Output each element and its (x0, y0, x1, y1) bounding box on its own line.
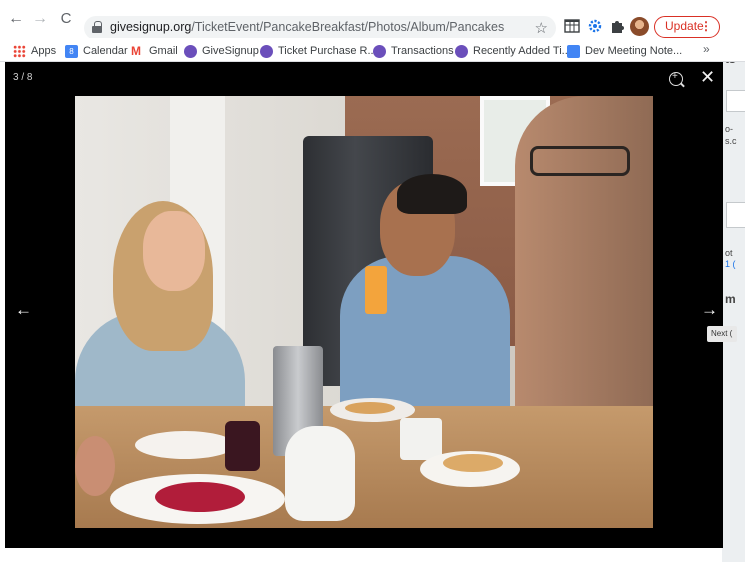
photo-plate (135, 431, 235, 459)
bookmark-label: Gmail (149, 45, 178, 57)
photo-man-hair (397, 174, 467, 214)
background-input (726, 90, 745, 112)
url-path: /TicketEvent/PancakeBreakfast/Photos/Alb… (191, 20, 505, 34)
bookmark-recently-added[interactable]: Recently Added Ti... (455, 43, 571, 59)
bookmark-label: GiveSignup (202, 45, 259, 57)
url-text: givesignup.org/TicketEvent/PancakeBreakf… (110, 20, 504, 34)
background-text: o- (725, 124, 734, 134)
bookmarks-overflow-button[interactable]: » (703, 42, 710, 56)
calendar-icon: 8 (65, 44, 78, 58)
update-label: Update (665, 19, 704, 33)
apps-grid-icon (13, 44, 26, 58)
background-input (726, 202, 745, 228)
photo-hand (75, 436, 115, 496)
givesignup-icon (373, 44, 386, 58)
back-button[interactable]: ← (6, 9, 26, 29)
photo-counter: 3 / 8 (13, 72, 33, 83)
reload-button[interactable]: C (56, 9, 76, 29)
lightbox-photo[interactable] (75, 96, 653, 528)
photo-orange-juice (365, 266, 387, 314)
bookmark-label: Transactions (391, 45, 454, 57)
bookmark-star-icon[interactable]: ☆ (535, 19, 548, 37)
background-page-strip: ts o- s.c ot 1 ( m (722, 62, 745, 562)
update-button[interactable]: Update ⋮ (654, 16, 720, 38)
zoom-in-icon[interactable]: + (669, 71, 683, 86)
lock-icon[interactable] (92, 21, 102, 33)
page-content: ts o- s.c ot 1 ( m 3 / 8 + ✕ ← → (0, 62, 745, 562)
givesignup-icon (260, 44, 273, 58)
forward-button[interactable]: → (30, 9, 50, 29)
background-heading: ts (725, 62, 736, 66)
givesignup-icon (184, 44, 197, 58)
address-bar[interactable]: givesignup.org/TicketEvent/PancakeBreakf… (84, 16, 556, 40)
prev-photo-button[interactable]: ← (15, 300, 32, 320)
photo-jam-jar (225, 421, 260, 471)
bookmark-label: Ticket Purchase R... (278, 45, 377, 57)
background-text: ot (725, 248, 733, 258)
bookmark-label: Apps (31, 45, 57, 57)
bookmark-label: Dev Meeting Note... (585, 45, 683, 57)
photo-pancakes-right (443, 454, 503, 472)
photo-milk-jug (285, 426, 355, 521)
photo-milk-glass (400, 418, 442, 460)
bookmark-calendar[interactable]: 8 Calendar (65, 43, 128, 59)
url-host: givesignup.org (110, 20, 192, 34)
gmail-icon: M (131, 43, 141, 58)
bookmark-ticket-purchase[interactable]: Ticket Purchase R... (260, 43, 377, 59)
photo-pancakes (345, 402, 395, 414)
bookmark-label: Recently Added Ti... (473, 45, 571, 57)
photo-glasses (530, 146, 630, 176)
bookmark-apps[interactable]: Apps (13, 43, 56, 59)
next-tooltip: Next ( (707, 326, 737, 342)
close-button[interactable]: ✕ (700, 67, 715, 88)
bookmark-dev-meeting[interactable]: Dev Meeting Note... (567, 43, 682, 59)
photo-lightbox: 3 / 8 + ✕ ← → (5, 62, 723, 548)
photo-woman-face (143, 211, 205, 291)
bookmark-label: Calendar (83, 45, 128, 57)
background-text: s.c (725, 136, 737, 146)
givesignup-icon (455, 44, 468, 58)
background-link: 1 ( (725, 259, 736, 269)
bookmark-gmail[interactable]: M Gmail (131, 43, 178, 59)
bookmark-givesignup[interactable]: GiveSignup (184, 43, 259, 59)
browser-toolbar: ← → C givesignup.org/TicketEvent/Pancake… (0, 0, 745, 40)
docs-icon (567, 44, 580, 58)
bookmark-transactions[interactable]: Transactions (373, 43, 454, 59)
grid-extension-icon[interactable] (563, 17, 581, 35)
profile-avatar[interactable] (630, 17, 649, 36)
kebab-menu-icon[interactable]: ⋮ (700, 17, 712, 36)
photo-raspberries (155, 482, 245, 512)
puzzle-extensions-icon[interactable] (608, 17, 626, 35)
background-heading: m (725, 292, 736, 306)
bookmarks-bar: Apps 8 Calendar M Gmail GiveSignup Ticke… (0, 38, 745, 62)
next-photo-button[interactable]: → (701, 300, 718, 320)
gear-extension-icon[interactable] (586, 17, 604, 35)
